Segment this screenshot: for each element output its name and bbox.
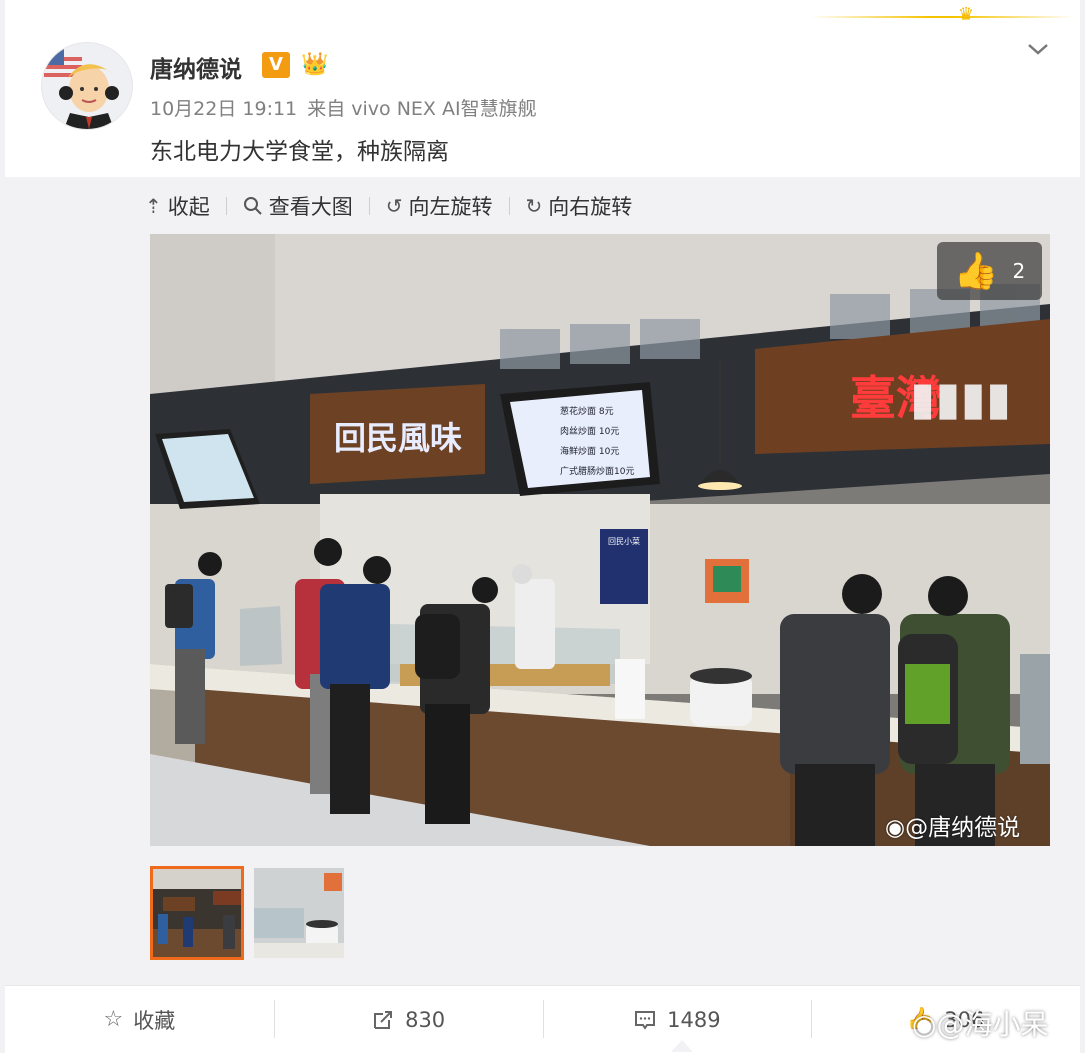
svg-text:海鲜炒面 10元: 海鲜炒面 10元 (560, 445, 619, 457)
member-decoration-line (810, 16, 1075, 18)
collapse-label: 收起 (167, 195, 210, 219)
svg-text:回民小菜: 回民小菜 (608, 536, 640, 546)
rotate-right-label: 向右旋转 (548, 195, 633, 219)
svg-text:▮▮▮▮: ▮▮▮▮ (910, 371, 1011, 425)
verified-badge-icon[interactable]: V (262, 52, 290, 78)
search-icon (243, 197, 262, 215)
svg-text:肉丝炒面 10元: 肉丝炒面 10元 (560, 425, 619, 437)
post-text: 东北电力大学食堂，种族隔离 (150, 139, 449, 165)
weibo-logo-icon: ◉ (885, 815, 906, 841)
image-toolbar: ⇡ 收起 查看大图 ↺ 向左旋转 ↻ 向右旋转 (145, 190, 632, 222)
rotate-left-button[interactable]: ↺ 向左旋转 (386, 191, 493, 221)
photo-watermark: ◉@唐纳德说 (885, 808, 1020, 842)
post-meta: 10月22日 19:11 来自 vivo NEX AI智慧旗舰 (150, 94, 537, 121)
view-large-label: 查看大图 (268, 195, 353, 219)
avatar[interactable] (41, 42, 133, 130)
toolbar-divider (368, 197, 370, 215)
photo-like-count: 2 (1012, 259, 1026, 283)
post-time[interactable]: 10月22日 19:11 (150, 98, 297, 120)
thumbnail-2[interactable] (254, 868, 344, 958)
corner-watermark: ◉@海小呆 (912, 1003, 1048, 1043)
collapse-icon: ⇡ (145, 194, 162, 218)
collapse-button[interactable]: ⇡ 收起 (145, 191, 210, 221)
cafeteria-photo: 回民風味 葱花炒面 8元 肉丝炒面 10元 海鲜炒面 10元 广式腊肠炒面10元… (150, 234, 1050, 846)
avatar-illustration (42, 43, 132, 129)
thumbnail-2-image (254, 868, 344, 958)
rotate-left-label: 向左旋转 (408, 195, 493, 219)
rotate-right-button[interactable]: ↻ 向右旋转 (526, 191, 633, 221)
source-device[interactable]: vivo NEX AI智慧旗舰 (351, 98, 536, 120)
hui-min-sign: 回民風味 (334, 419, 462, 457)
thumbnail-1-image (153, 869, 241, 957)
corner-watermark-text: @海小呆 (936, 1008, 1049, 1041)
repost-count: 830 (405, 1007, 446, 1032)
thumb-up-icon: 👍 (953, 251, 999, 292)
member-badge-icon[interactable]: 👑 (301, 52, 328, 78)
crown-icon: ♛ (958, 4, 975, 25)
watermark-text: @唐纳德说 (905, 815, 1021, 841)
source-prefix: 来自 (307, 98, 346, 120)
rotate-left-icon: ↺ (385, 194, 403, 218)
weibo-logo-icon: ◉ (912, 1008, 937, 1041)
star-icon: ☆ (103, 1007, 124, 1032)
rotate-right-icon: ↻ (525, 194, 543, 218)
repost-button[interactable]: 830 (273, 986, 543, 1053)
svg-text:广式腊肠炒面10元: 广式腊肠炒面10元 (560, 465, 634, 477)
repost-icon (374, 1010, 393, 1029)
comment-count: 1489 (667, 1007, 721, 1032)
favorite-label: 收藏 (133, 1008, 176, 1033)
comment-active-indicator (671, 1040, 693, 1052)
post-photo[interactable]: 回民風味 葱花炒面 8元 肉丝炒面 10元 海鲜炒面 10元 广式腊肠炒面10元… (150, 234, 1050, 846)
view-large-button[interactable]: 查看大图 (243, 191, 353, 221)
thumbnail-1-selected[interactable] (150, 866, 244, 960)
photo-like-button[interactable]: 👍 2 (937, 242, 1042, 300)
toolbar-divider (225, 197, 227, 215)
toolbar-divider (508, 197, 510, 215)
svg-text:葱花炒面 8元: 葱花炒面 8元 (560, 405, 614, 417)
chevron-down-icon[interactable] (1027, 38, 1049, 60)
favorite-button[interactable]: ☆ 收藏 (5, 986, 274, 1053)
comment-icon (635, 1010, 656, 1030)
username[interactable]: 唐纳德说 (150, 50, 242, 84)
